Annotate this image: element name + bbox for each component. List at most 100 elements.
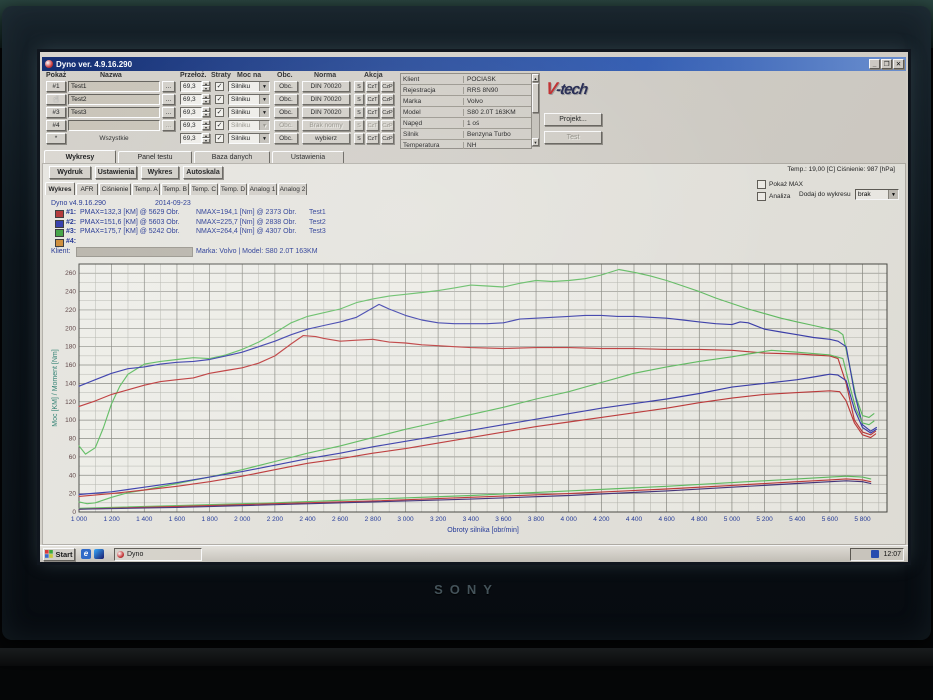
client-field-value[interactable]: Volvo — [464, 98, 531, 105]
browse-button[interactable]: ... — [162, 94, 175, 105]
client-field-value[interactable]: S80 2.0T 163KM — [464, 109, 531, 116]
client-field-value[interactable]: RRS 8N90 — [464, 87, 531, 94]
ratio-spinner[interactable]: ▲▼ — [202, 120, 210, 131]
akcja-czt-button[interactable]: CzT — [366, 120, 379, 131]
norma-button[interactable]: DIN 70020 — [302, 107, 350, 118]
ratio-spinner[interactable]: ▲▼ — [202, 94, 210, 105]
akcja-czp-button[interactable]: CzP — [381, 107, 394, 118]
subtab-afr[interactable]: AFR — [76, 183, 98, 195]
analysis-option[interactable]: Analiza — [757, 192, 790, 201]
chevron-down-icon[interactable]: ▼ — [259, 108, 269, 117]
subtab-wykres[interactable]: Wykres — [45, 182, 75, 195]
akcja-czp-button[interactable]: CzP — [381, 120, 394, 131]
obc-button[interactable]: Obc. — [274, 81, 298, 92]
chevron-down-icon[interactable]: ▼ — [259, 95, 269, 104]
minimize-button[interactable]: _ — [869, 59, 880, 69]
client-field-value[interactable]: Benzyna Turbo — [464, 131, 531, 138]
akcja-czp-button[interactable]: CzP — [381, 81, 394, 92]
straty-checkbox[interactable]: ✓ — [215, 121, 224, 130]
row-select-button-5[interactable]: * — [46, 133, 66, 144]
row-select-button-4[interactable]: #4 — [46, 120, 66, 131]
akcja-czp-button[interactable]: CzP — [381, 94, 394, 105]
moc-na-dropdown[interactable]: Silniku▼ — [228, 94, 270, 105]
norma-button[interactable]: DIN 70020 — [302, 94, 350, 105]
tab-panel-testu[interactable]: Panel testu — [118, 151, 192, 163]
subtab-ciśnienie[interactable]: Ciśnienie — [99, 183, 131, 195]
show-max-option[interactable]: Pokaż MAX — [757, 180, 803, 189]
maximize-button[interactable]: ❐ — [881, 59, 892, 69]
straty-checkbox[interactable]: ✓ — [215, 95, 224, 104]
spinner-down-icon[interactable]: ▼ — [202, 86, 210, 91]
projekt-button[interactable]: Projekt... — [544, 113, 602, 126]
ratio-input[interactable]: 69,3 — [180, 81, 202, 92]
spinner-down-icon[interactable]: ▼ — [202, 125, 210, 130]
chevron-down-icon[interactable]: ▼ — [259, 134, 269, 143]
norma-button[interactable]: DIN 70020 — [302, 81, 350, 92]
toolbar-wydruk-button[interactable]: Wydruk — [49, 166, 91, 179]
norma-button[interactable]: wybierz — [302, 133, 350, 144]
akcja-s-button[interactable]: S — [354, 81, 364, 92]
client-field-value[interactable]: 1 oś — [464, 120, 531, 127]
akcja-s-button[interactable]: S — [354, 120, 364, 131]
tray-keyboard-icon[interactable] — [871, 550, 879, 558]
spinner-down-icon[interactable]: ▼ — [202, 99, 210, 104]
scrollbar-thumb[interactable] — [532, 83, 539, 113]
close-button[interactable]: ✕ — [893, 59, 904, 69]
subtab-temp-c[interactable]: Temp. C — [190, 183, 218, 195]
test-button[interactable]: Test — [544, 131, 602, 144]
ratio-spinner[interactable]: ▲▼ — [202, 133, 210, 144]
akcja-czt-button[interactable]: CzT — [366, 133, 379, 144]
row-select-button-3[interactable]: #3 — [46, 107, 66, 118]
quicklaunch-icon[interactable] — [94, 549, 104, 559]
analysis-checkbox[interactable] — [757, 192, 766, 201]
quicklaunch-ie-icon[interactable]: e — [81, 549, 91, 559]
tab-wykresy[interactable]: Wykresy — [44, 150, 116, 163]
norma-button[interactable]: Brak normy — [302, 120, 350, 131]
subtab-temp-d[interactable]: Temp. D — [219, 183, 247, 195]
ratio-input[interactable]: 69,3 — [180, 133, 202, 144]
test-name-input[interactable]: Test2 — [68, 94, 160, 105]
moc-na-dropdown[interactable]: Silniku▼ — [228, 133, 270, 144]
toolbar-wykres-button[interactable]: Wykres — [141, 166, 179, 179]
test-name-input[interactable]: Test1 — [68, 81, 160, 92]
chevron-down-icon[interactable]: ▼ — [888, 190, 898, 199]
spinner-down-icon[interactable]: ▼ — [202, 138, 210, 143]
scroll-up-icon[interactable]: ▲ — [532, 74, 539, 82]
ratio-input[interactable]: 69,3 — [180, 107, 202, 118]
obc-button[interactable]: Obc. — [274, 133, 298, 144]
spinner-down-icon[interactable]: ▼ — [202, 112, 210, 117]
straty-checkbox[interactable]: ✓ — [215, 82, 224, 91]
obc-button[interactable]: Obc. — [274, 94, 298, 105]
start-button[interactable]: Start — [43, 548, 75, 561]
system-tray[interactable]: 12:07 — [850, 548, 904, 561]
chevron-down-icon[interactable]: ▼ — [259, 82, 269, 91]
subtab-temp-a[interactable]: Temp. A — [132, 183, 160, 195]
akcja-s-button[interactable]: S — [354, 94, 364, 105]
browse-button[interactable]: ... — [162, 81, 175, 92]
ratio-input[interactable]: 69,3 — [180, 120, 202, 131]
show-max-checkbox[interactable] — [757, 180, 766, 189]
ratio-spinner[interactable]: ▲▼ — [202, 81, 210, 92]
akcja-czp-button[interactable]: CzP — [381, 133, 394, 144]
straty-checkbox[interactable]: ✓ — [215, 108, 224, 117]
scroll-down-icon[interactable]: ▼ — [532, 138, 539, 146]
toolbar-autoskala-button[interactable]: Autoskala — [183, 166, 223, 179]
subtab-analog-1[interactable]: Analog 1 — [248, 183, 277, 195]
tab-baza-danych[interactable]: Baza danych — [194, 151, 270, 163]
test-name-input[interactable] — [68, 120, 160, 131]
browse-button[interactable]: ... — [162, 120, 175, 131]
ratio-input[interactable]: 69,3 — [180, 94, 202, 105]
akcja-czt-button[interactable]: CzT — [366, 81, 379, 92]
moc-na-dropdown[interactable]: Silniku▼ — [228, 120, 270, 131]
client-field-value[interactable]: NH — [464, 142, 531, 149]
toolbar-ustawienia-button[interactable]: Ustawienia — [95, 166, 137, 179]
row-select-button-2[interactable]: ☝ — [46, 94, 66, 105]
row-select-button-1[interactable]: #1 — [46, 81, 66, 92]
obc-button[interactable]: Obc. — [274, 107, 298, 118]
moc-na-dropdown[interactable]: Silniku▼ — [228, 107, 270, 118]
moc-na-dropdown[interactable]: Silniku▼ — [228, 81, 270, 92]
subtab-analog-2[interactable]: Analog 2 — [278, 183, 307, 195]
akcja-s-button[interactable]: S — [354, 133, 364, 144]
straty-checkbox[interactable]: ✓ — [215, 134, 224, 143]
ratio-spinner[interactable]: ▲▼ — [202, 107, 210, 118]
